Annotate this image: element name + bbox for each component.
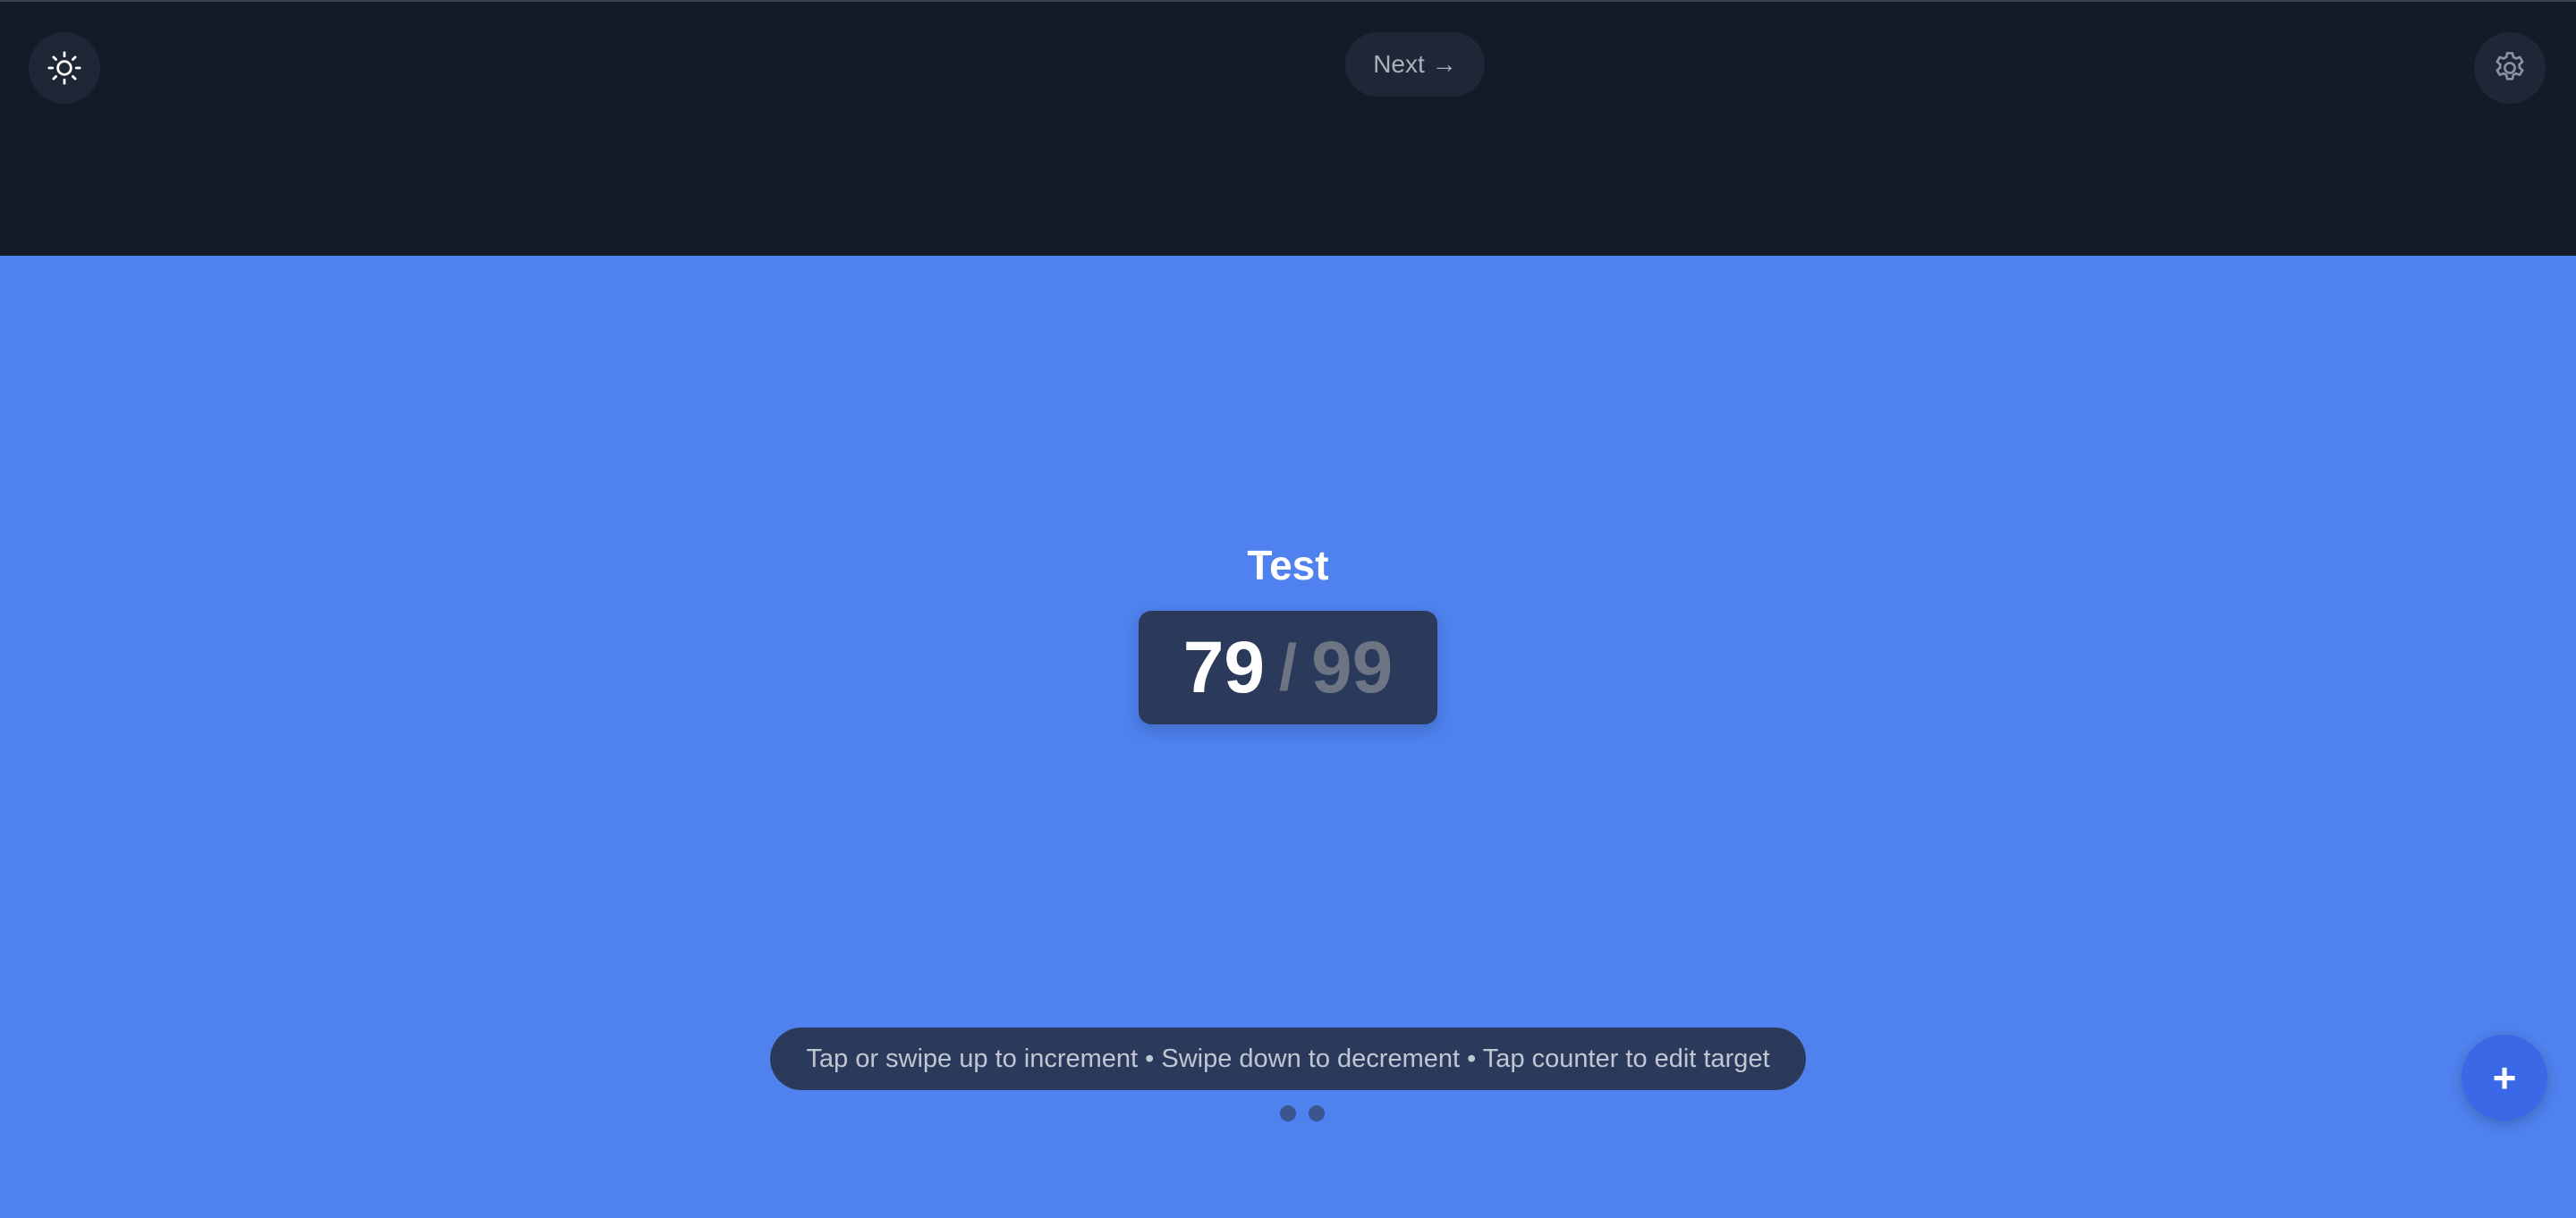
target-count[interactable]: 99 — [1311, 630, 1393, 705]
next-button[interactable]: Next → — [1345, 32, 1485, 97]
gear-icon — [2496, 52, 2524, 80]
current-count: 79 — [1182, 626, 1265, 708]
count-separator: / — [1278, 631, 1297, 704]
next-button-label: Next — [1373, 50, 1425, 78]
page-dot-1[interactable] — [1280, 1105, 1296, 1121]
page-dot-2[interactable] — [1309, 1105, 1325, 1121]
top-bar: Next → — [0, 0, 2576, 256]
add-counter-button[interactable]: + — [2462, 1035, 2547, 1121]
counter-page[interactable]: Next → Test 79 / 99 Tap or swipe up to i… — [0, 0, 2576, 1218]
counter-display[interactable]: 79 / 99 — [1139, 611, 1437, 724]
page-indicator — [1280, 1105, 1325, 1121]
plus-icon: + — [2492, 1054, 2517, 1101]
theme-toggle-button[interactable] — [29, 32, 100, 104]
arrow-right-icon: → — [1431, 50, 1457, 78]
gesture-hint: Tap or swipe up to increment • Swipe dow… — [770, 1028, 1806, 1090]
settings-button[interactable] — [2474, 32, 2546, 104]
counter-title: Test — [1247, 542, 1329, 588]
sun-icon — [47, 51, 81, 85]
